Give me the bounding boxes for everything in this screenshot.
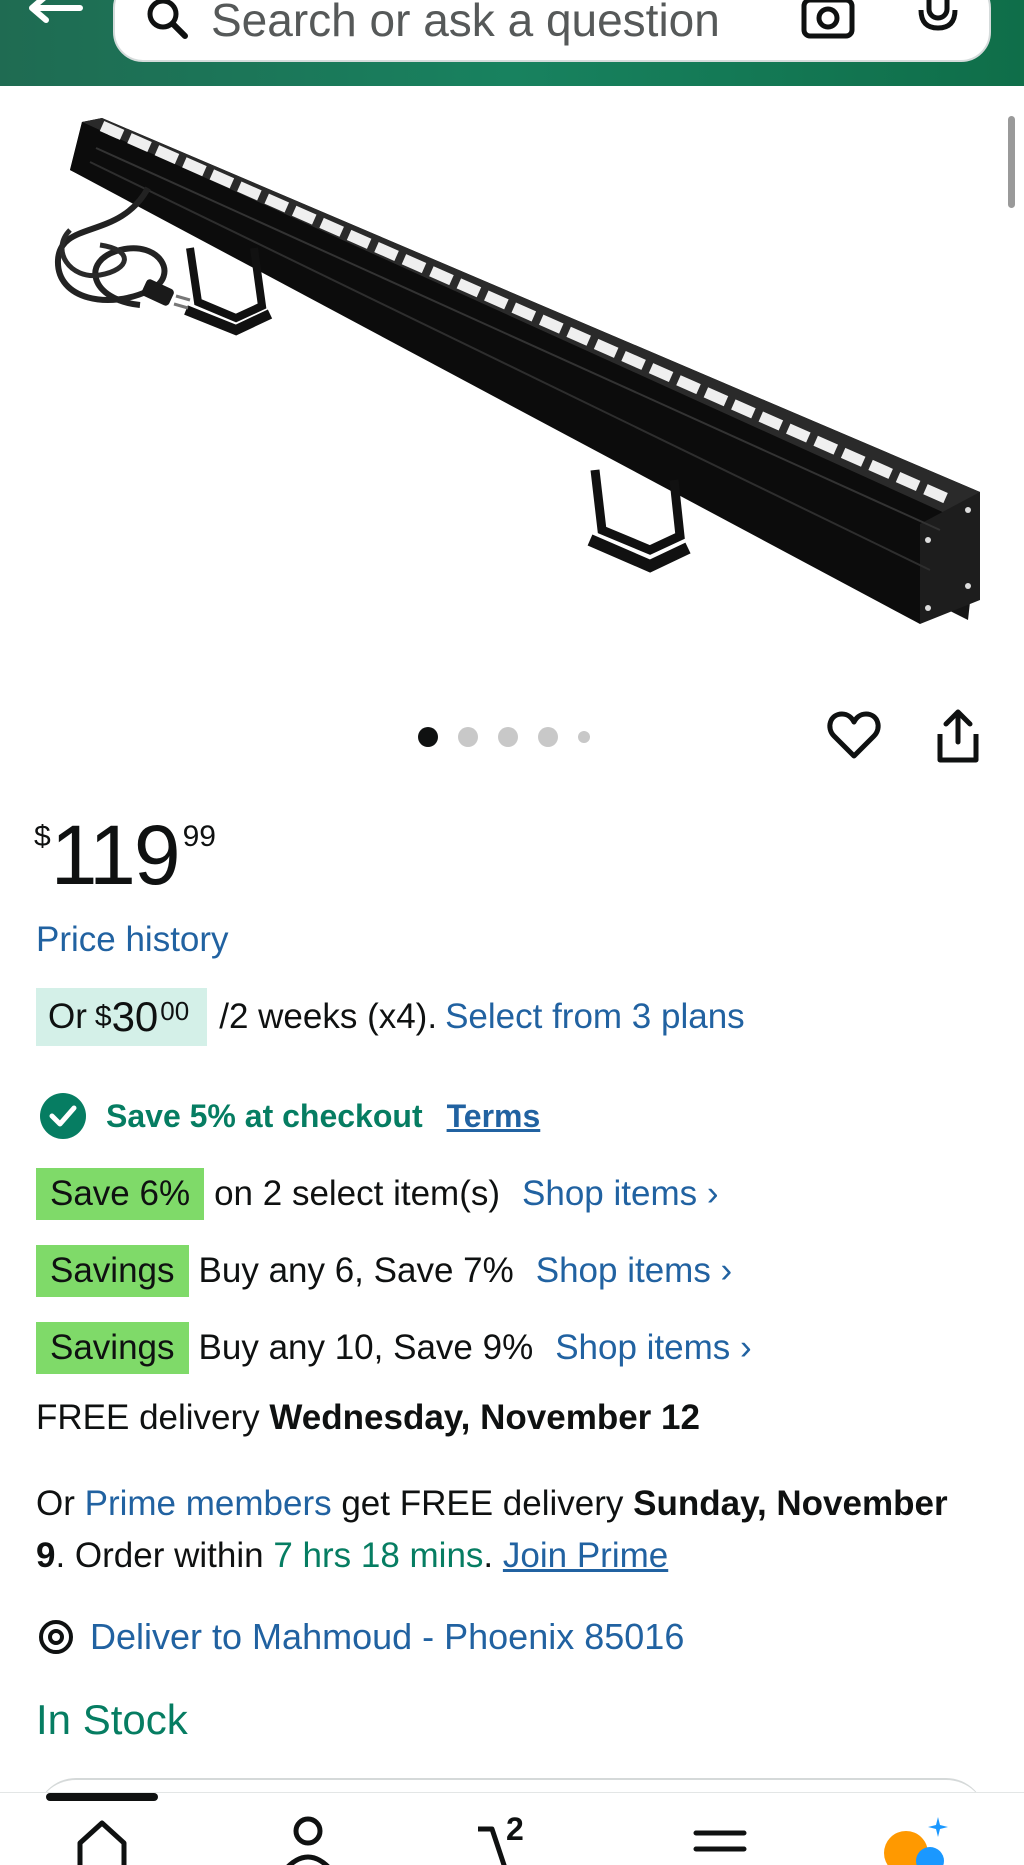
search-icon [147, 0, 188, 39]
shop-items-link[interactable]: Shop items › [536, 1251, 732, 1291]
installment-currency: $ [94, 1000, 112, 1033]
promotion-text: Buy any 10, Save 9% [198, 1328, 534, 1367]
location-pin-icon [39, 1620, 73, 1654]
tab-rufus[interactable] [880, 1813, 948, 1865]
installment-prefix: Or [48, 997, 87, 1036]
tab-account[interactable] [278, 1813, 338, 1865]
carousel-dot[interactable] [498, 727, 518, 747]
hamburger-menu-icon [693, 1830, 747, 1852]
prime-or: Or [36, 1484, 75, 1523]
share-button[interactable] [934, 708, 982, 764]
add-to-list-button[interactable] [826, 708, 882, 764]
installment-whole: 30 [111, 993, 159, 1040]
price-history-link[interactable]: Price history [36, 920, 229, 960]
search-input[interactable] [211, 0, 771, 50]
bottom-tab-bar: 2 [0, 1792, 1024, 1865]
price-whole: 119 [50, 808, 181, 902]
carousel-dot[interactable] [458, 727, 478, 747]
product-photo-led-bar [54, 118, 980, 624]
prime-delivery: Or Prime members get FREE delivery Sunda… [36, 1478, 986, 1582]
promotion-row: Savings Buy any 10, Save 9% Shop items › [36, 1322, 752, 1374]
shop-items-link[interactable]: Shop items › [555, 1328, 751, 1368]
prime-period: . [483, 1536, 494, 1575]
installment-offer: Or $ 30 00 /2 weeks (x4). Select from 3 … [36, 988, 745, 1046]
person-icon [286, 1816, 330, 1865]
promotion-text: Buy any 6, Save 7% [198, 1251, 514, 1290]
heart-icon [827, 711, 881, 759]
camera-icon[interactable] [801, 0, 855, 40]
promotion-badge: Savings [36, 1245, 189, 1297]
delivery-prefix: FREE delivery [36, 1398, 260, 1437]
tab-home[interactable] [72, 1813, 132, 1865]
terms-link[interactable]: Terms [447, 1098, 541, 1135]
top-bar [0, 0, 1024, 86]
microphone-icon[interactable] [917, 0, 959, 40]
prime-members-link[interactable]: Prime members [85, 1484, 332, 1523]
join-prime-link[interactable]: Join Prime [503, 1536, 668, 1575]
select-plans-link[interactable]: Select from 3 plans [445, 997, 745, 1037]
standard-delivery: FREE delivery Wednesday, November 12 [36, 1398, 700, 1438]
shop-items-link[interactable]: Shop items › [522, 1174, 718, 1214]
tab-menu[interactable] [690, 1813, 750, 1865]
order-countdown: 7 hrs 18 mins [273, 1536, 484, 1575]
search-bar[interactable] [113, 0, 991, 62]
promotion-row: Savings Buy any 6, Save 7% Shop items › [36, 1245, 732, 1297]
stock-status: In Stock [36, 1696, 188, 1743]
prime-get-text: get FREE delivery [341, 1484, 624, 1523]
installment-fraction: 00 [160, 995, 190, 1026]
back-button[interactable] [22, 0, 86, 34]
product-price: $ 119 99 [34, 812, 216, 902]
promotion-text: on 2 select item(s) [214, 1174, 501, 1213]
carousel-dot[interactable] [418, 727, 438, 747]
carousel-dot[interactable] [578, 731, 590, 743]
checkmark-icon [40, 1093, 86, 1139]
back-arrow-icon [29, 0, 83, 23]
image-carousel-dots [418, 725, 610, 749]
coupon-text: Save 5% at checkout [106, 1097, 423, 1134]
promotion-row: Save 6% on 2 select item(s) Shop items › [36, 1168, 719, 1220]
price-currency-symbol: $ [34, 820, 51, 853]
deliver-to-text: Deliver to Mahmoud - Phoenix 85016 [90, 1616, 685, 1657]
checkout-coupon: Save 5% at checkout Terms [40, 1093, 540, 1139]
delivery-date: Wednesday, November 12 [269, 1398, 700, 1437]
promotion-badge: Save 6% [36, 1168, 205, 1220]
rufus-assistant-icon [884, 1817, 948, 1865]
cart-count: 2 [506, 1811, 524, 1847]
promotion-badge: Savings [36, 1322, 189, 1374]
price-fraction: 99 [182, 820, 216, 853]
share-icon [937, 709, 979, 763]
home-icon [77, 1820, 127, 1865]
deliver-to-location[interactable]: Deliver to Mahmoud - Phoenix 85016 [36, 1610, 684, 1664]
active-tab-indicator [46, 1793, 158, 1801]
installment-amount-box: Or $ 30 00 [36, 988, 208, 1046]
prime-order-within: . Order within [55, 1536, 264, 1575]
tab-cart[interactable]: 2 [476, 1811, 556, 1865]
installment-terms: /2 weeks (x4). [219, 997, 438, 1036]
carousel-dot[interactable] [538, 727, 558, 747]
scrollbar[interactable] [1008, 116, 1015, 208]
product-image[interactable] [40, 100, 980, 640]
